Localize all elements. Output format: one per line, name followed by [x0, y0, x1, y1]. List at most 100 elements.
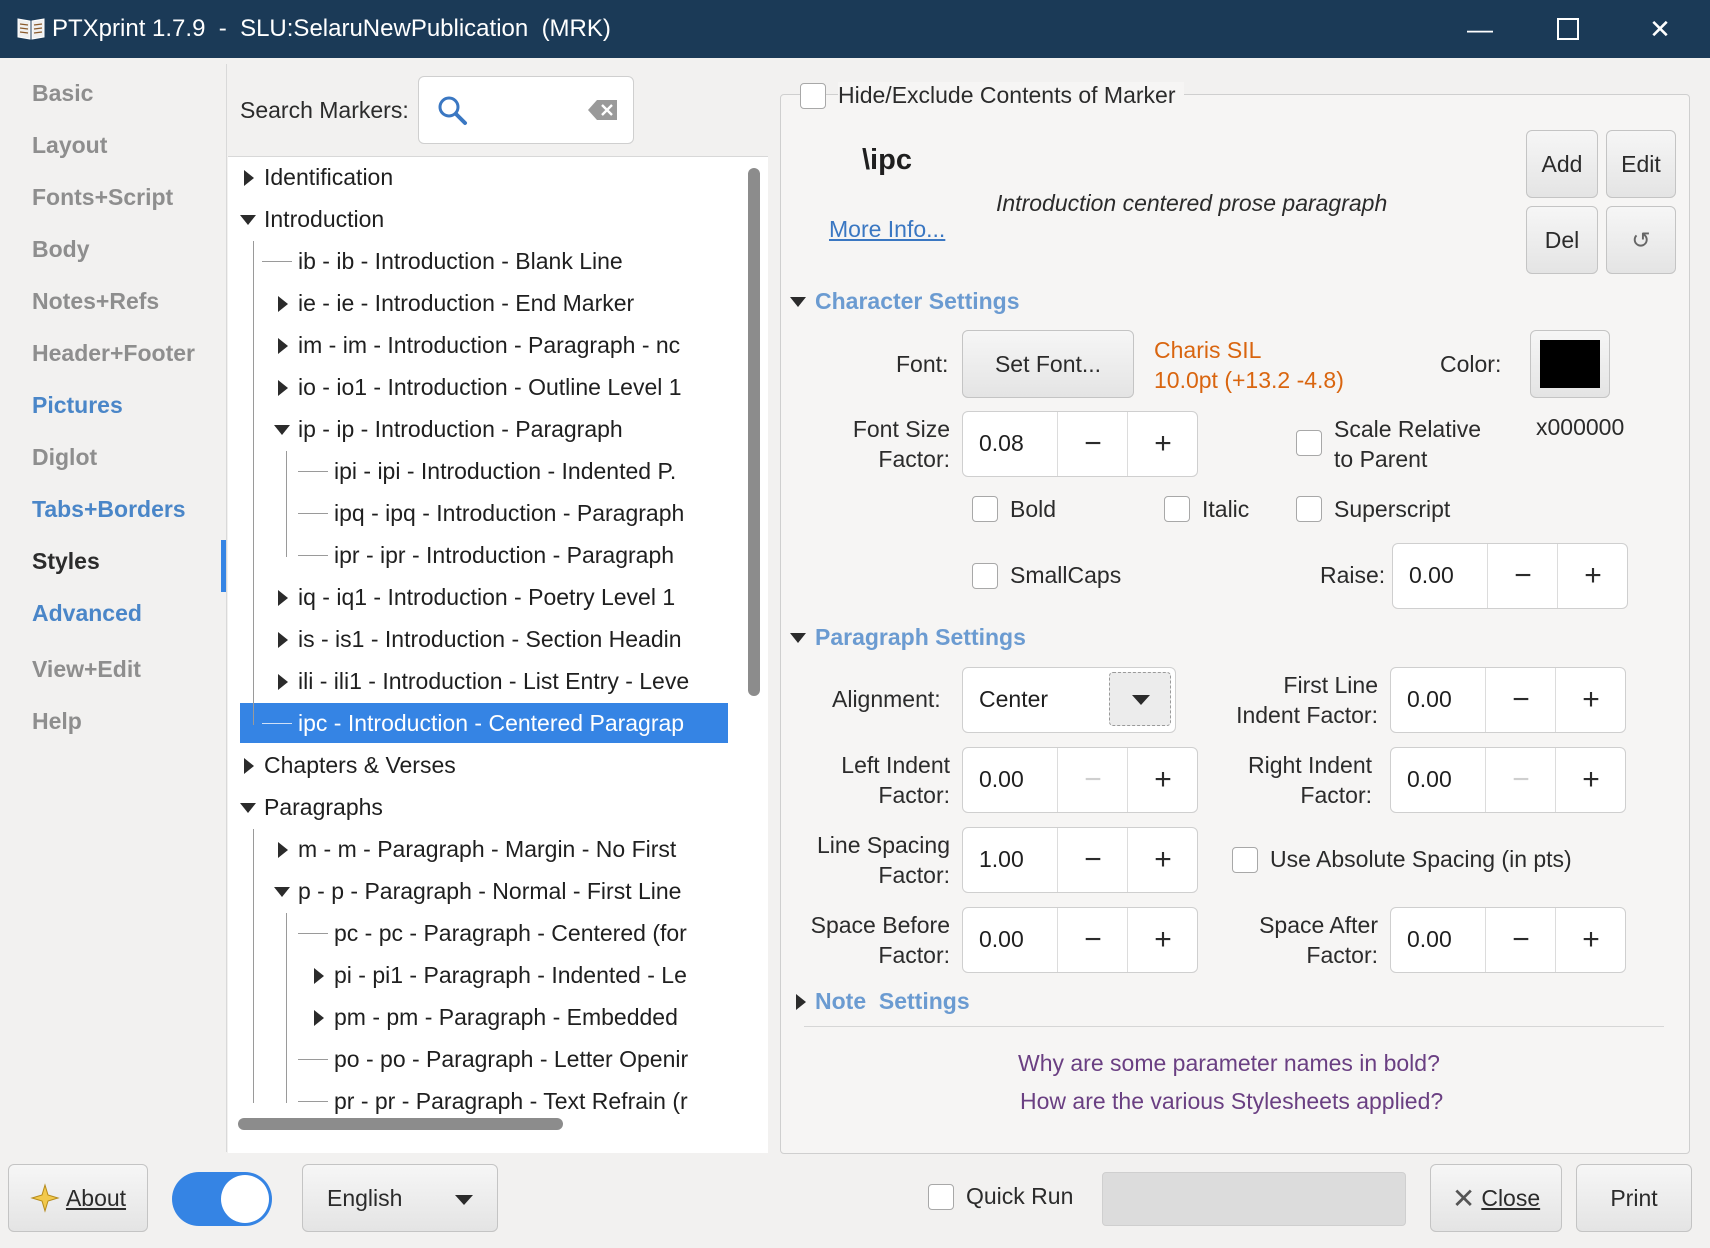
- expander-right-icon[interactable]: [244, 758, 254, 774]
- sidebar-item-fonts-script[interactable]: Fonts+Script: [32, 184, 173, 211]
- right-indent-value[interactable]: 0.00: [1407, 766, 1452, 793]
- first-line-indent-value[interactable]: 0.00: [1407, 686, 1452, 713]
- line-spacing-increment-button[interactable]: +: [1127, 828, 1198, 892]
- sidebar-item-header-footer[interactable]: Header+Footer: [32, 340, 195, 367]
- close-button[interactable]: ✕ Close: [1430, 1164, 1562, 1232]
- left-indent-spinner[interactable]: 0.00 − +: [962, 747, 1198, 813]
- tree-vertical-scrollbar[interactable]: [748, 168, 760, 696]
- sidebar-item-notes-refs[interactable]: Notes+Refs: [32, 288, 159, 315]
- sidebar-item-advanced[interactable]: Advanced: [32, 600, 142, 627]
- add-style-button[interactable]: Add: [1526, 130, 1598, 198]
- markers-tree[interactable]: Identification Introduction ib - ib - Intr…: [228, 156, 768, 1153]
- raise-increment-button[interactable]: +: [1557, 544, 1628, 608]
- tree-row[interactable]: Chapters & Verses: [228, 745, 728, 785]
- space-before-increment-button[interactable]: +: [1127, 908, 1198, 972]
- expander-right-icon[interactable]: [278, 338, 288, 354]
- tree-row[interactable]: m - m - Paragraph - Margin - No First: [228, 829, 728, 869]
- space-after-increment-button[interactable]: +: [1555, 908, 1626, 972]
- search-markers-input[interactable]: [418, 76, 634, 144]
- edit-style-button[interactable]: Edit: [1606, 130, 1676, 198]
- right-indent-increment-button[interactable]: +: [1555, 748, 1626, 812]
- space-before-value[interactable]: 0.00: [979, 926, 1024, 953]
- tree-row[interactable]: ie - ie - Introduction - End Marker: [228, 283, 728, 323]
- expander-right-icon[interactable]: [278, 380, 288, 396]
- tree-row[interactable]: pi - pi1 - Paragraph - Indented - Le: [228, 955, 728, 995]
- tree-row[interactable]: ipq - ipq - Introduction - Paragraph: [228, 493, 728, 533]
- toggle-knob[interactable]: [221, 1175, 269, 1223]
- expander-right-icon[interactable]: [278, 590, 288, 606]
- font-size-factor-spinner[interactable]: 0.08 − +: [962, 411, 1198, 477]
- expander-right-icon[interactable]: [244, 170, 254, 186]
- font-size-factor-value[interactable]: 0.08: [979, 430, 1024, 457]
- expander-right-icon[interactable]: [278, 842, 288, 858]
- line-spacing-spinner[interactable]: 1.00 − +: [962, 827, 1198, 893]
- print-button[interactable]: Print: [1576, 1164, 1692, 1232]
- faq-bold-link[interactable]: Why are some parameter names in bold?: [1018, 1050, 1440, 1077]
- smallcaps-checkbox[interactable]: [972, 563, 998, 589]
- tree-row[interactable]: io - io1 - Introduction - Outline Level …: [228, 367, 728, 407]
- note-settings-header[interactable]: Note Settings: [815, 988, 970, 1015]
- sidebar-item-view-edit[interactable]: View+Edit: [32, 656, 141, 683]
- tree-row[interactable]: pr - pr - Paragraph - Text Refrain (r: [228, 1081, 728, 1121]
- expander-right-icon[interactable]: [314, 968, 324, 984]
- space-after-decrement-button[interactable]: −: [1485, 908, 1556, 972]
- space-after-spinner[interactable]: 0.00 − +: [1390, 907, 1626, 973]
- tree-row[interactable]: Paragraphs: [228, 787, 728, 827]
- line-spacing-decrement-button[interactable]: −: [1057, 828, 1128, 892]
- left-indent-increment-button[interactable]: +: [1127, 748, 1198, 812]
- sidebar-item-pictures[interactable]: Pictures: [32, 392, 123, 419]
- sidebar-item-layout[interactable]: Layout: [32, 132, 107, 159]
- title-bar[interactable]: PTXprint 1.7.9 - SLU:SelaruNewPublicatio…: [0, 0, 1710, 58]
- expander-down-icon[interactable]: [240, 215, 256, 225]
- space-before-spinner[interactable]: 0.00 − +: [962, 907, 1198, 973]
- tree-row[interactable]: pm - pm - Paragraph - Embedded: [228, 997, 728, 1037]
- expander-right-icon[interactable]: [278, 296, 288, 312]
- sidebar-item-basic[interactable]: Basic: [32, 80, 93, 107]
- more-info-link[interactable]: More Info...: [829, 216, 945, 243]
- tree-row[interactable]: Identification: [228, 157, 728, 197]
- bold-checkbox[interactable]: [972, 496, 998, 522]
- tree-row[interactable]: ib - ib - Introduction - Blank Line: [228, 241, 728, 281]
- line-spacing-value[interactable]: 1.00: [979, 846, 1024, 873]
- mode-toggle[interactable]: [172, 1172, 272, 1226]
- tree-row-selected[interactable]: ipc - Introduction - Centered Paragrap: [240, 703, 728, 743]
- expander-down-icon[interactable]: [274, 425, 290, 435]
- tree-row[interactable]: im - im - Introduction - Paragraph - nc: [228, 325, 728, 365]
- sidebar-item-help[interactable]: Help: [32, 708, 82, 735]
- italic-checkbox[interactable]: [1164, 496, 1190, 522]
- minimize-button[interactable]: —: [1436, 0, 1524, 58]
- sidebar-item-styles[interactable]: Styles: [32, 548, 100, 575]
- color-picker-button[interactable]: [1530, 330, 1610, 398]
- tree-row[interactable]: ipi - ipi - Introduction - Indented P.: [228, 451, 728, 491]
- language-dropdown[interactable]: English: [302, 1164, 498, 1232]
- maximize-button[interactable]: [1524, 0, 1612, 58]
- tree-row[interactable]: pc - pc - Paragraph - Centered (for: [228, 913, 728, 953]
- character-settings-expander-icon[interactable]: [790, 297, 806, 307]
- set-font-button[interactable]: Set Font...: [962, 330, 1134, 398]
- paragraph-settings-header[interactable]: Paragraph Settings: [815, 624, 1026, 651]
- about-button[interactable]: About: [8, 1164, 148, 1232]
- tree-row[interactable]: ipr - ipr - Introduction - Paragraph: [228, 535, 728, 575]
- tree-row[interactable]: ili - ili1 - Introduction - List Entry -…: [228, 661, 728, 701]
- sidebar-item-diglot[interactable]: Diglot: [32, 444, 97, 471]
- expander-right-icon[interactable]: [278, 632, 288, 648]
- alignment-dropdown[interactable]: Center: [962, 667, 1176, 733]
- reset-style-button[interactable]: ↺: [1606, 206, 1676, 274]
- sidebar-item-body[interactable]: Body: [32, 236, 90, 263]
- first-line-increment-button[interactable]: +: [1555, 668, 1626, 732]
- right-indent-spinner[interactable]: 0.00 − +: [1390, 747, 1626, 813]
- paragraph-settings-expander-icon[interactable]: [790, 633, 806, 643]
- quick-run-checkbox[interactable]: [928, 1184, 954, 1210]
- note-settings-expander-icon[interactable]: [796, 994, 806, 1010]
- tree-row[interactable]: p - p - Paragraph - Normal - First Line: [228, 871, 728, 911]
- absolute-spacing-checkbox[interactable]: [1232, 847, 1258, 873]
- first-line-decrement-button[interactable]: −: [1485, 668, 1556, 732]
- tree-row[interactable]: iq - iq1 - Introduction - Poetry Level 1: [228, 577, 728, 617]
- raise-spinner[interactable]: 0.00 − +: [1392, 543, 1628, 609]
- tree-row[interactable]: Introduction: [228, 199, 728, 239]
- raise-value[interactable]: 0.00: [1409, 562, 1454, 589]
- alignment-dropdown-button[interactable]: [1109, 672, 1171, 726]
- space-after-value[interactable]: 0.00: [1407, 926, 1452, 953]
- first-line-indent-spinner[interactable]: 0.00 − +: [1390, 667, 1626, 733]
- tree-row[interactable]: po - po - Paragraph - Letter Openir: [228, 1039, 728, 1079]
